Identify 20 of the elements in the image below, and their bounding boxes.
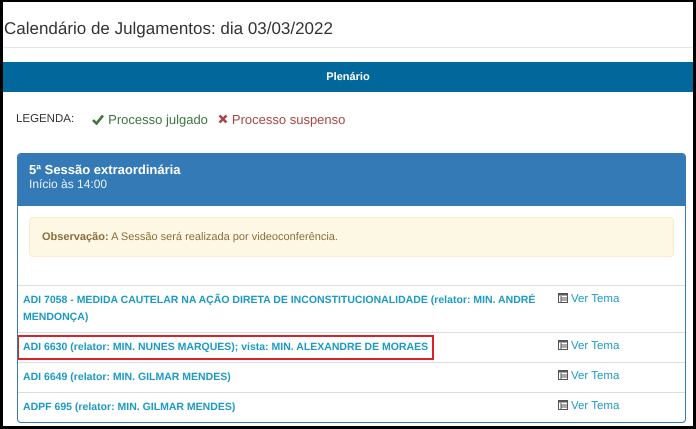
plenary-tab[interactable]: Plenário [3, 62, 693, 92]
view-theme-link[interactable]: Ver Tema [558, 399, 620, 416]
table-icon [558, 370, 568, 380]
case-link[interactable]: ADI 6630 (relator: MIN. NUNES MARQUES); vista: MIN. ALEXANDRE DE MORAES [18, 335, 434, 360]
legend-text: Processo suspenso [232, 112, 346, 126]
session-title: 5ª Sessão extraordinária [29, 162, 182, 177]
view-theme-link[interactable]: Ver Tema [558, 369, 620, 386]
view-theme-link[interactable]: Ver Tema [558, 339, 620, 356]
case-link[interactable]: ADPF 695 (relator: MIN. GILMAR MENDES) [18, 395, 242, 420]
check-icon [92, 114, 104, 124]
table-icon [558, 400, 568, 410]
window-title: Calendário de Julgamentos: dia 03/03/2022 [3, 2, 693, 48]
session-start-time: Início às 14:00 [29, 177, 108, 191]
table-icon [558, 340, 568, 350]
table-icon [558, 293, 568, 303]
case-link[interactable]: ADI 6649 (relator: MIN. GILMAR MENDES) [18, 365, 237, 390]
legend-label: LEGENDA: [16, 113, 74, 125]
legend-text: Processo julgado [108, 112, 208, 126]
cross-icon [218, 114, 228, 124]
note-box: Observação: A Sessão será realizada por videoconferência. [29, 217, 674, 257]
